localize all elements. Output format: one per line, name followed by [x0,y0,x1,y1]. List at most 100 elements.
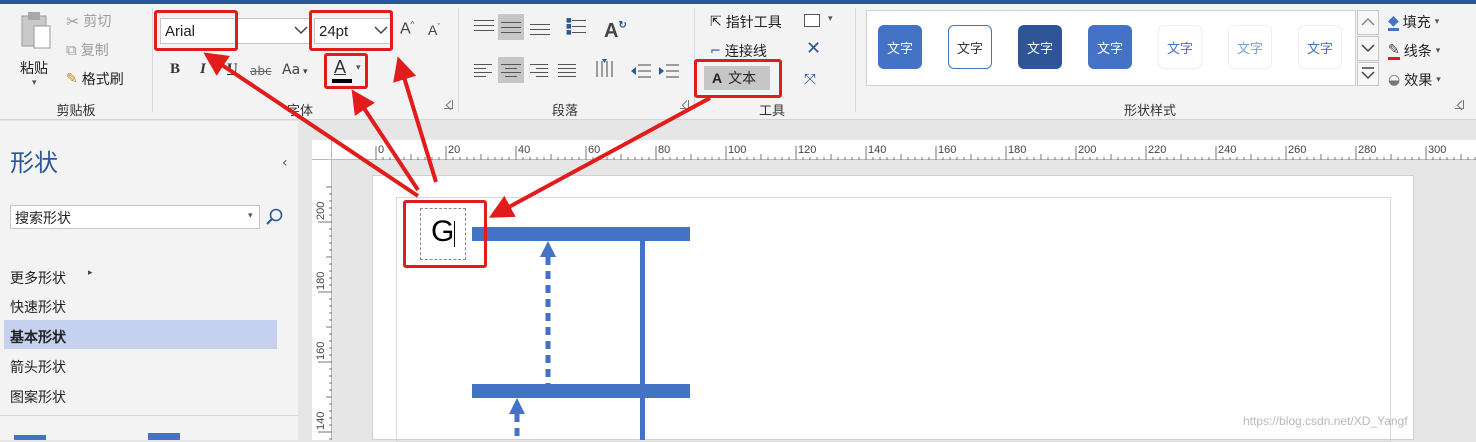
pointer-tool-button[interactable]: ⇱ 指针工具 [710,12,782,32]
horizontal-bar-shape[interactable] [472,227,690,241]
chevron-down-icon[interactable]: ▾ [248,211,253,221]
underline-button[interactable]: U [227,61,238,78]
pointer-icon: ⇱ [710,14,722,30]
ruler-tick-label: 140 [868,144,886,156]
shrink-font-button[interactable]: Aˇ [428,22,440,38]
bold-button[interactable]: B [170,61,180,78]
align-middle-button[interactable] [498,14,524,40]
horizontal-bar-shape[interactable] [472,384,690,398]
dashed-arrow-shape[interactable] [536,241,560,387]
cut-button[interactable]: ✂ 剪切 [66,11,111,31]
paste-label: 粘贴 [20,61,48,77]
ruler-tick-label: 160 [315,342,327,360]
ruler-tick-label: 0 [378,144,384,156]
font-dialog-launcher-icon[interactable] [444,100,453,109]
shapes-panel: 形状 ‹ 搜索形状 ▾ 更多形状 ▸ 快速形状 基本形状 箭头形状 图案形状 [0,121,298,440]
paste-button[interactable]: 粘贴 ▾ [16,10,56,90]
group-divider [152,8,153,112]
shape-style-item[interactable]: 文字 [878,25,922,69]
shape-style-item[interactable]: 文字 [948,25,992,69]
ruler-tick-label: 280 [1358,144,1376,156]
menu-item-basic-shapes[interactable]: 基本形状 [10,327,66,347]
ruler-tick-label: 220 [1148,144,1166,156]
decrease-indent-svg-icon [631,64,651,78]
dashed-arrow-shape[interactable] [505,398,529,440]
format-painter-label: 格式刷 [81,72,124,88]
group-divider [855,8,856,112]
menu-item-quick-shapes[interactable]: 快速形状 [10,297,66,317]
align-bottom-icon[interactable] [530,18,550,35]
bullets-icon[interactable]: ■ ■ ■ [566,18,586,36]
ruler-tick-label: 60 [588,144,600,156]
effect-button[interactable]: ◒ 效果 ▾ [1388,70,1441,90]
highlight-text-tool [694,59,782,98]
align-center-button[interactable] [498,57,524,83]
align-right-icon[interactable] [530,62,550,78]
chevron-down-icon: ▾ [32,78,37,88]
shape-search-input[interactable]: 搜索形状 [10,205,260,229]
stencil-shape-thumbnail[interactable] [148,433,180,440]
chevron-right-icon: ▸ [88,268,93,278]
gallery-more-button[interactable] [1357,62,1379,86]
chevron-down-icon: ▾ [300,67,308,77]
ruler-tick-label: 20 [448,144,460,156]
shape-styles-dialog-launcher-icon[interactable] [1455,100,1464,109]
text-direction-button[interactable]: A↻ [604,20,627,43]
paint-bucket-icon: ◆ [1388,12,1399,31]
connection-point-icon[interactable]: ⤧ [804,70,816,88]
chevron-down-icon: ▾ [1435,46,1441,56]
highlight-text-box [403,200,487,268]
gallery-expand-icon [1361,67,1375,80]
shape-style-item[interactable]: 文字 [1158,25,1202,69]
increase-indent-icon[interactable] [658,62,680,80]
close-icon[interactable]: ✕ [806,38,821,59]
align-left-icon[interactable] [474,62,494,78]
chevron-up-icon [1361,17,1375,26]
align-top-icon[interactable] [474,18,494,34]
vertical-line-shape[interactable] [640,241,645,440]
paste-icon [21,12,51,49]
connector-button[interactable]: ⌐ 连接线 [710,41,767,61]
shape-style-item[interactable]: 文字 [1018,25,1062,69]
menu-item-arrow-shapes[interactable]: 箭头形状 [10,357,66,377]
chevron-down-icon: ▾ [1434,17,1440,27]
justify-icon[interactable] [558,62,578,78]
rotate-arrow-icon: ↻ [618,20,627,31]
watermark-text: https://blog.csdn.net/XD_Yangf [1243,414,1408,428]
ruler-tick-label: 180 [315,272,327,290]
decrease-indent-icon[interactable] [630,62,652,80]
chevron-down-icon [294,26,308,35]
panel-divider [0,415,298,416]
grow-font-button[interactable]: A^ [400,20,414,38]
ruler-tick-label: 240 [1218,144,1236,156]
line-button[interactable]: ✎ 线条 ▾ [1388,41,1440,61]
menu-item-pattern-shapes[interactable]: 图案形状 [10,387,66,407]
format-painter-button[interactable]: ✎ 格式刷 [66,69,124,89]
menu-item-label: 更多形状 [10,271,66,287]
search-icon[interactable] [265,207,285,227]
gallery-scroll-up-button[interactable] [1357,10,1379,35]
change-case-button[interactable]: Aa ▾ [282,62,308,78]
copy-label: 复制 [80,43,109,59]
stencil-shape-thumbnail[interactable] [14,435,46,440]
ruler-tick-label: 40 [518,144,530,156]
copy-button[interactable]: ⧉ 复制 [66,40,109,60]
gallery-scroll-down-button[interactable] [1357,36,1379,61]
vertical-ruler-ticks: 200 180 160 140 [315,186,332,440]
shape-style-item[interactable]: 文字 [1228,25,1272,69]
paragraph-dialog-launcher-icon[interactable] [680,100,689,109]
distribute-icon[interactable] [594,58,616,80]
rectangle-tool-button[interactable]: ▾ [804,14,838,30]
fill-button[interactable]: ◆ 填充 ▾ [1388,12,1439,32]
menu-item-more-shapes[interactable]: 更多形状 [10,268,66,288]
italic-button[interactable]: I [200,61,206,78]
shape-style-item[interactable]: 文字 [1298,25,1342,69]
strikethrough-button[interactable]: abc [250,64,272,78]
shape-style-item[interactable]: 文字 [1088,25,1132,69]
ruler-tick-label: 120 [798,144,816,156]
horizontal-ruler-ticks: 0 20 40 60 80 100 120 140 160 180 200 220 240 260 280 3… [375,144,1476,160]
effect-icon: ◒ [1388,72,1401,88]
collapse-panel-icon[interactable]: ‹ [282,155,288,171]
shape-styles-group-label: 形状样式 [1123,104,1176,119]
copy-icon: ⧉ [66,41,77,59]
